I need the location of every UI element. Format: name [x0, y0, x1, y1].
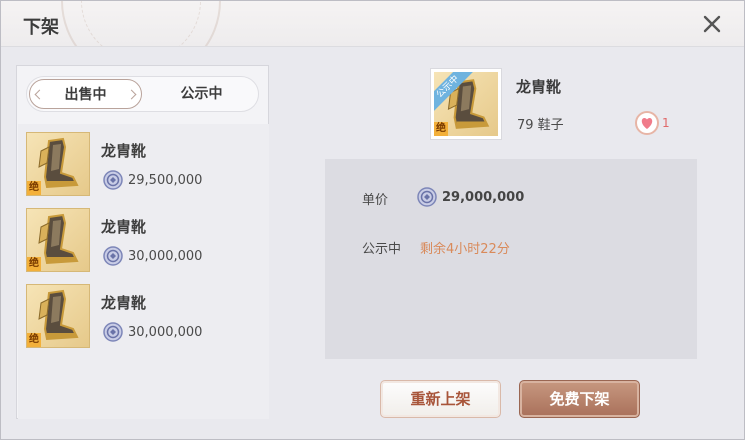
listing-info-box: 单价 29,000,000 公示中 剩余4小时22分	[325, 159, 697, 359]
remaining-time: 剩余4小时22分	[420, 242, 510, 257]
title-decoration-inner	[81, 1, 201, 46]
item-name: 龙胄靴	[101, 142, 147, 160]
silver-coin-icon	[103, 246, 123, 266]
item-price-row: 29,500,000	[103, 170, 202, 190]
detail-item-slot: 公示中 绝	[430, 68, 502, 140]
boots-icon: 绝	[26, 284, 90, 348]
unit-price-value: 29,000,000	[442, 189, 525, 205]
detail-item-type: 79 鞋子	[517, 118, 564, 133]
boots-icon: 绝	[26, 132, 90, 196]
item-price-row: 30,000,000	[103, 322, 202, 342]
silver-coin-icon	[417, 187, 437, 207]
like-button[interactable]: 1	[634, 110, 670, 136]
heart-icon	[635, 111, 659, 135]
rarity-badge: 绝	[27, 257, 41, 271]
dialog-title: 下架	[23, 17, 59, 38]
listing-tabs: 出售中 公示中	[26, 76, 259, 112]
listing-list: 绝 龙胄靴 29,500,000 绝 龙胄靴 30,000,000 绝 龙胄靴 …	[18, 124, 269, 419]
tab-public[interactable]: 公示中	[145, 79, 258, 109]
unit-price-row: 29,000,000	[417, 187, 524, 207]
item-name: 龙胄靴	[101, 294, 147, 312]
tab-on-sale[interactable]: 出售中	[29, 79, 142, 109]
silver-coin-icon	[103, 322, 123, 342]
rarity-badge: 绝	[27, 181, 41, 195]
free-delist-button[interactable]: 免费下架	[519, 380, 640, 418]
status-label: 公示中	[362, 242, 402, 257]
rarity-badge: 绝	[27, 333, 41, 347]
close-icon[interactable]	[699, 11, 725, 37]
list-item[interactable]: 绝 龙胄靴 29,500,000	[26, 132, 266, 198]
list-item[interactable]: 绝 龙胄靴 30,000,000	[26, 208, 266, 274]
item-price: 30,000,000	[128, 324, 203, 340]
relist-button[interactable]: 重新上架	[380, 380, 501, 418]
delist-dialog: 下架 出售中 公示中 绝 龙胄靴 29,500,000 绝 龙胄靴 30,000…	[0, 0, 745, 440]
item-price-row: 30,000,000	[103, 246, 202, 266]
boots-icon: 绝	[26, 208, 90, 272]
unit-price-label: 单价	[362, 193, 389, 208]
detail-item-name: 龙胄靴	[516, 78, 562, 96]
list-item[interactable]: 绝 龙胄靴 30,000,000	[26, 284, 266, 350]
item-name: 龙胄靴	[101, 218, 147, 236]
silver-coin-icon	[103, 170, 123, 190]
item-price: 30,000,000	[128, 248, 203, 264]
item-price: 29,500,000	[128, 172, 203, 188]
like-count: 1	[662, 116, 670, 130]
boots-icon: 公示中 绝	[434, 72, 498, 136]
rarity-badge: 绝	[434, 122, 448, 136]
title-bar: 下架	[1, 1, 744, 47]
listing-panel: 出售中 公示中 绝 龙胄靴 29,500,000 绝 龙胄靴 30,000,00…	[16, 65, 269, 419]
